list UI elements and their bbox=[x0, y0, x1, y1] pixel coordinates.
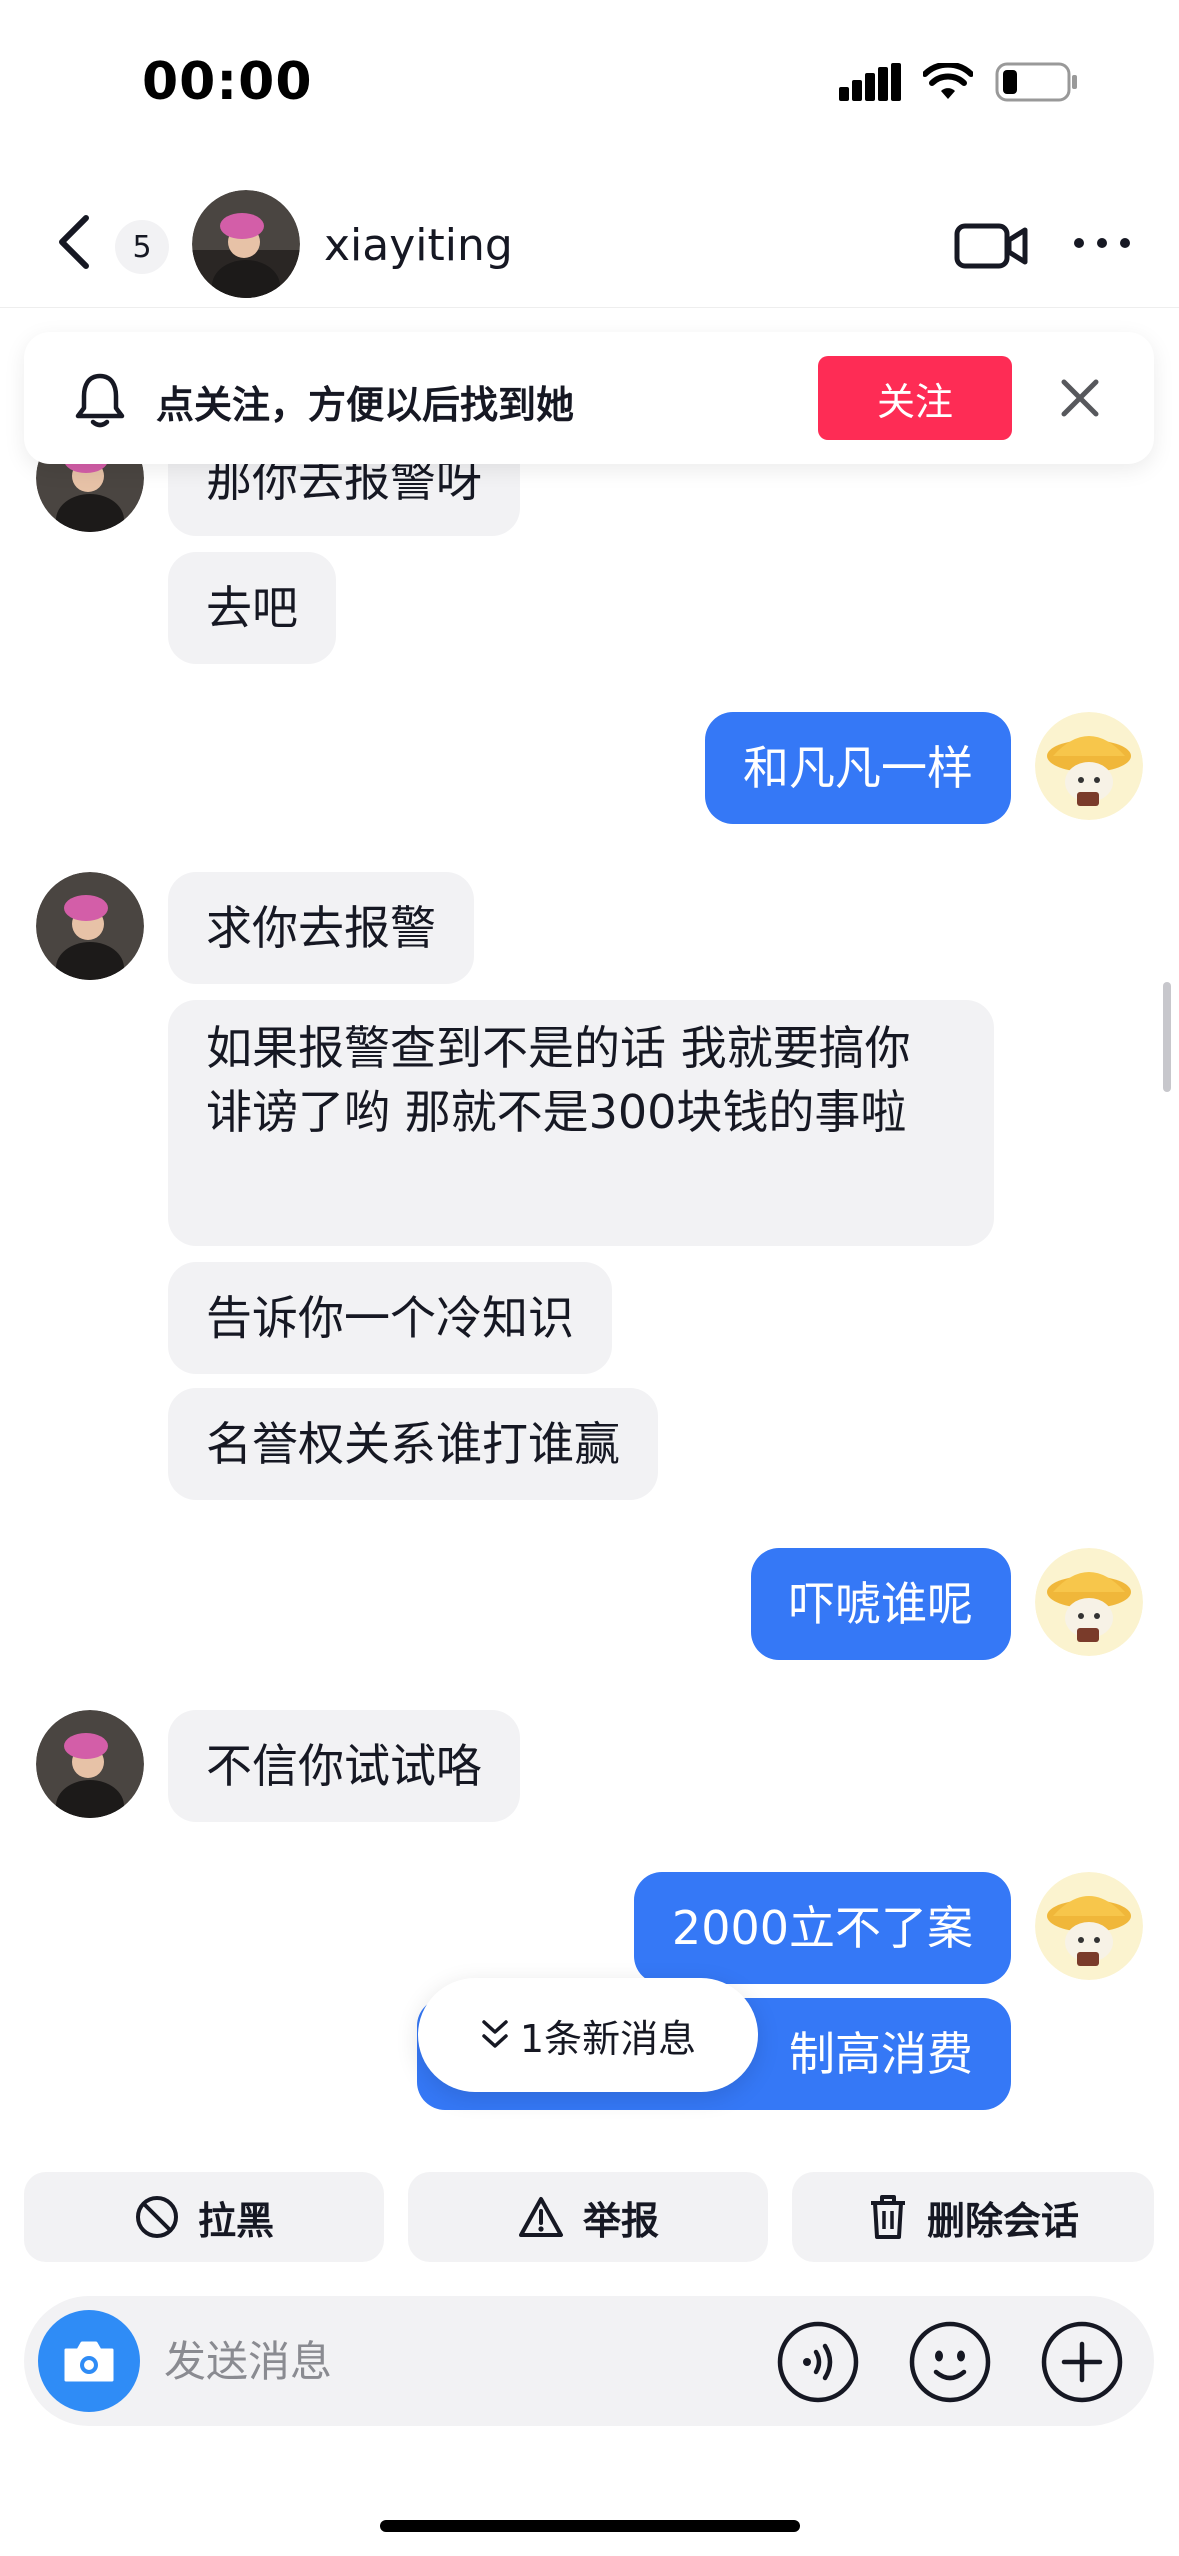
back-button[interactable] bbox=[44, 212, 104, 272]
report-label: 举报 bbox=[582, 2198, 659, 2243]
message-bubble-incoming[interactable]: 求你去报警 bbox=[168, 872, 474, 984]
signal-icon bbox=[839, 63, 901, 101]
block-button[interactable]: 拉黑 bbox=[24, 2172, 384, 2262]
video-call-icon[interactable] bbox=[953, 216, 1029, 276]
home-indicator[interactable] bbox=[380, 2520, 800, 2532]
double-chevron-down-icon bbox=[482, 2020, 508, 2048]
trash-icon bbox=[870, 2195, 905, 2239]
message-bubble-incoming[interactable]: 告诉你一个冷知识 bbox=[168, 1262, 612, 1374]
message-bubble-incoming[interactable]: 不信你试试咯 bbox=[168, 1710, 520, 1822]
message-bubble-outgoing[interactable]: 2000立不了案 bbox=[633, 1872, 1011, 1984]
block-icon bbox=[135, 2196, 178, 2238]
report-button[interactable]: 举报 bbox=[408, 2172, 768, 2262]
contact-avatar-small[interactable] bbox=[36, 1710, 144, 1818]
emoji-icon[interactable] bbox=[908, 2320, 992, 2404]
message-bubble-outgoing[interactable]: 吓唬谁呢 bbox=[751, 1548, 1011, 1660]
my-avatar[interactable] bbox=[1035, 1548, 1143, 1656]
scrollbar-thumb[interactable] bbox=[1163, 982, 1171, 1092]
message-bubble-outgoing[interactable]: 和凡凡一样 bbox=[705, 712, 1011, 824]
camera-icon bbox=[64, 2341, 114, 2382]
message-input-bar bbox=[24, 2296, 1154, 2426]
wifi-icon bbox=[923, 63, 973, 99]
warning-icon bbox=[518, 2197, 563, 2237]
chat-screen: 00:00 5 xiayiting 那你去报警呀 去吧 和凡凡一样 求你去报警 … bbox=[0, 0, 1179, 2556]
my-avatar[interactable] bbox=[1035, 1872, 1143, 1980]
battery-icon bbox=[995, 62, 1077, 102]
message-bubble-incoming[interactable]: 如果报警查到不是的话 我就要搞你诽谤了哟 那就不是300块钱的事啦 bbox=[168, 1000, 994, 1246]
new-message-indicator[interactable]: 1条新消息 bbox=[418, 1978, 758, 2092]
contact-avatar-small[interactable] bbox=[36, 872, 144, 980]
delete-conversation-label: 删除会话 bbox=[926, 2198, 1079, 2243]
follow-button[interactable]: 关注 bbox=[818, 356, 1012, 440]
more-icon[interactable] bbox=[1071, 228, 1133, 258]
status-icons bbox=[839, 62, 1079, 102]
follow-prompt-text: 点关注，方便以后找到她 bbox=[156, 383, 575, 427]
delete-conversation-button[interactable]: 删除会话 bbox=[792, 2172, 1154, 2262]
add-icon[interactable] bbox=[1040, 2320, 1124, 2404]
message-bubble-incoming[interactable]: 名誉权关系谁打谁赢 bbox=[168, 1388, 658, 1500]
chat-header: 5 xiayiting bbox=[0, 190, 1179, 308]
bell-icon bbox=[75, 373, 125, 428]
camera-button[interactable] bbox=[38, 2310, 140, 2412]
close-icon[interactable] bbox=[1054, 372, 1106, 424]
voice-icon[interactable] bbox=[776, 2320, 860, 2404]
message-input[interactable] bbox=[162, 2326, 762, 2396]
contact-avatar[interactable] bbox=[192, 190, 300, 298]
status-time: 00:00 bbox=[142, 52, 313, 112]
chevron-left-icon bbox=[59, 215, 89, 269]
block-label: 拉黑 bbox=[197, 2198, 274, 2243]
follow-prompt: 点关注，方便以后找到她 关注 bbox=[24, 332, 1154, 464]
message-bubble-incoming[interactable]: 去吧 bbox=[168, 552, 336, 664]
my-avatar[interactable] bbox=[1035, 712, 1143, 820]
contact-name[interactable]: xiayiting bbox=[324, 220, 513, 271]
new-message-label: 1条新消息 bbox=[519, 2016, 697, 2061]
unread-count-badge[interactable]: 5 bbox=[115, 220, 169, 274]
